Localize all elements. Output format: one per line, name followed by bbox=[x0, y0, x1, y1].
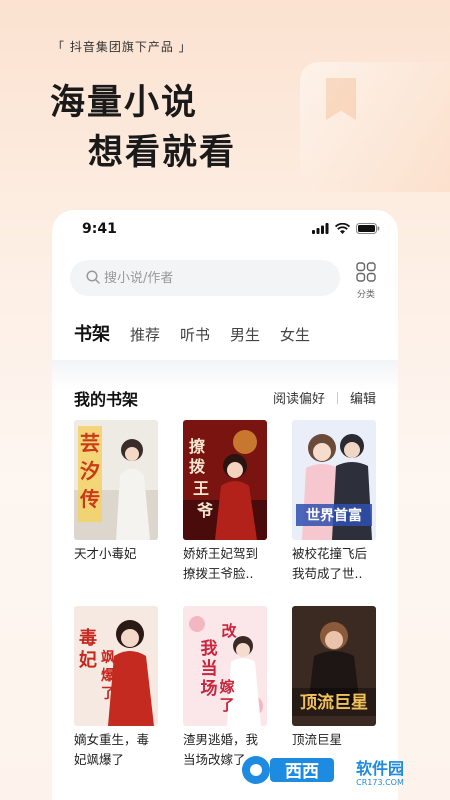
book-cover[interactable]: 顶流巨星 bbox=[292, 606, 376, 726]
category-label: 分类 bbox=[356, 290, 375, 300]
tab-bookshelf[interactable]: 书架 bbox=[74, 320, 110, 346]
headline-line2: 想看就看 bbox=[88, 133, 237, 173]
svg-text:当: 当 bbox=[201, 658, 218, 679]
wifi-icon bbox=[335, 223, 350, 234]
svg-text:世界首富: 世界首富 bbox=[306, 507, 362, 524]
svg-text:毒: 毒 bbox=[79, 627, 97, 649]
book-item[interactable]: 顶流巨星 顶流巨星 bbox=[292, 606, 376, 750]
svg-text:了: 了 bbox=[101, 686, 115, 702]
book-cover[interactable]: 世界首富 bbox=[292, 420, 376, 540]
shelf-actions: 阅读偏好 编辑 bbox=[273, 388, 376, 407]
book-title: 嫡女重生，毒 bbox=[74, 732, 150, 747]
book-title: 顶流巨星 bbox=[292, 732, 343, 747]
svg-text:飒: 飒 bbox=[101, 649, 115, 666]
bookshelf-panel: 我的书架 阅读偏好 编辑 芸 汐 传 天才小毒妃 撩 拨 王 爷 娇娇王妃驾到 … bbox=[52, 360, 398, 800]
reading-preference-button[interactable]: 阅读偏好 bbox=[273, 388, 325, 407]
svg-text:传: 传 bbox=[79, 487, 100, 511]
divider bbox=[336, 391, 338, 404]
svg-text:了: 了 bbox=[219, 696, 234, 714]
grid-icon bbox=[356, 262, 376, 282]
search-input[interactable] bbox=[104, 260, 324, 296]
book-title: 天才小毒妃 bbox=[74, 546, 137, 561]
battery-icon bbox=[356, 223, 380, 234]
svg-text:王: 王 bbox=[193, 479, 209, 498]
svg-text:软件园: 软件园 bbox=[356, 759, 404, 778]
book-title: 被校花撞飞后 bbox=[292, 546, 368, 561]
tab-audiobook[interactable]: 听书 bbox=[180, 324, 210, 345]
book-cover[interactable]: 撩 拨 王 爷 bbox=[183, 420, 267, 540]
svg-text:撩: 撩 bbox=[189, 437, 206, 456]
search-bar[interactable] bbox=[70, 260, 340, 296]
svg-text:爷: 爷 bbox=[196, 501, 214, 520]
book-item[interactable]: 撩 拨 王 爷 娇娇王妃驾到 撩拨王爷脸.. bbox=[183, 420, 267, 584]
edit-button[interactable]: 编辑 bbox=[350, 388, 376, 407]
svg-text:西西: 西西 bbox=[285, 762, 319, 782]
status-icons bbox=[312, 223, 380, 234]
tab-recommend[interactable]: 推荐 bbox=[130, 324, 160, 345]
headline-line1: 海量小说 bbox=[50, 83, 199, 123]
svg-text:汐: 汐 bbox=[80, 459, 100, 483]
book-title: 渣男逃婚，我 bbox=[183, 732, 259, 747]
book-title: 娇娇王妃驾到 bbox=[183, 546, 259, 561]
book-item[interactable]: 芸 汐 传 天才小毒妃 bbox=[74, 420, 158, 564]
shelf-title: 我的书架 bbox=[74, 390, 139, 409]
book-cover[interactable]: 我 当 场 改 嫁 了 bbox=[183, 606, 267, 726]
book-title-line2: 妃飒爆了 bbox=[74, 752, 125, 767]
search-icon bbox=[86, 270, 100, 284]
svg-text:改: 改 bbox=[221, 622, 237, 640]
svg-text:芸: 芸 bbox=[80, 431, 100, 455]
svg-text:CR173.COM: CR173.COM bbox=[356, 778, 404, 787]
svg-text:我: 我 bbox=[201, 639, 218, 659]
signal-icon bbox=[312, 223, 329, 234]
book-item[interactable]: 毒 妃 飒 爆 了 嫡女重生，毒 妃飒爆了 bbox=[74, 606, 158, 770]
phone-mockup: 9:41 分类 bbox=[52, 210, 398, 800]
svg-text:妃: 妃 bbox=[79, 649, 97, 671]
watermark: 西西 软件园 CR173.COM bbox=[240, 752, 436, 788]
svg-text:场: 场 bbox=[201, 679, 218, 699]
book-item[interactable]: 世界首富 被校花撞飞后 我苟成了世.. bbox=[292, 420, 376, 584]
svg-text:嫁: 嫁 bbox=[218, 678, 234, 696]
promo-tag: 「 抖音集团旗下产品 」 bbox=[52, 40, 192, 54]
tab-male[interactable]: 男生 bbox=[230, 324, 260, 345]
svg-text:拨: 拨 bbox=[189, 457, 206, 476]
book-title-line2: 我苟成了世.. bbox=[292, 566, 363, 581]
book-item[interactable]: 我 当 场 改 嫁 了 渣男逃婚，我 当场 改嫁了 bbox=[183, 606, 267, 770]
tab-female[interactable]: 女生 bbox=[280, 324, 310, 345]
book-cover[interactable]: 毒 妃 飒 爆 了 bbox=[74, 606, 158, 726]
status-time: 9:41 bbox=[82, 221, 117, 237]
watermark-logo: 西西 软件园 CR173.COM bbox=[242, 756, 404, 787]
book-title-line2: 撩拨王爷脸.. bbox=[183, 566, 254, 581]
tab-bar: 书架 推荐 听书 男生 女生 bbox=[74, 320, 330, 346]
svg-text:顶流巨星: 顶流巨星 bbox=[300, 692, 368, 713]
book-cover[interactable]: 芸 汐 传 bbox=[74, 420, 158, 540]
decorative-card bbox=[300, 62, 450, 192]
category-button[interactable]: 分类 bbox=[346, 262, 386, 300]
svg-text:爆: 爆 bbox=[101, 667, 116, 684]
